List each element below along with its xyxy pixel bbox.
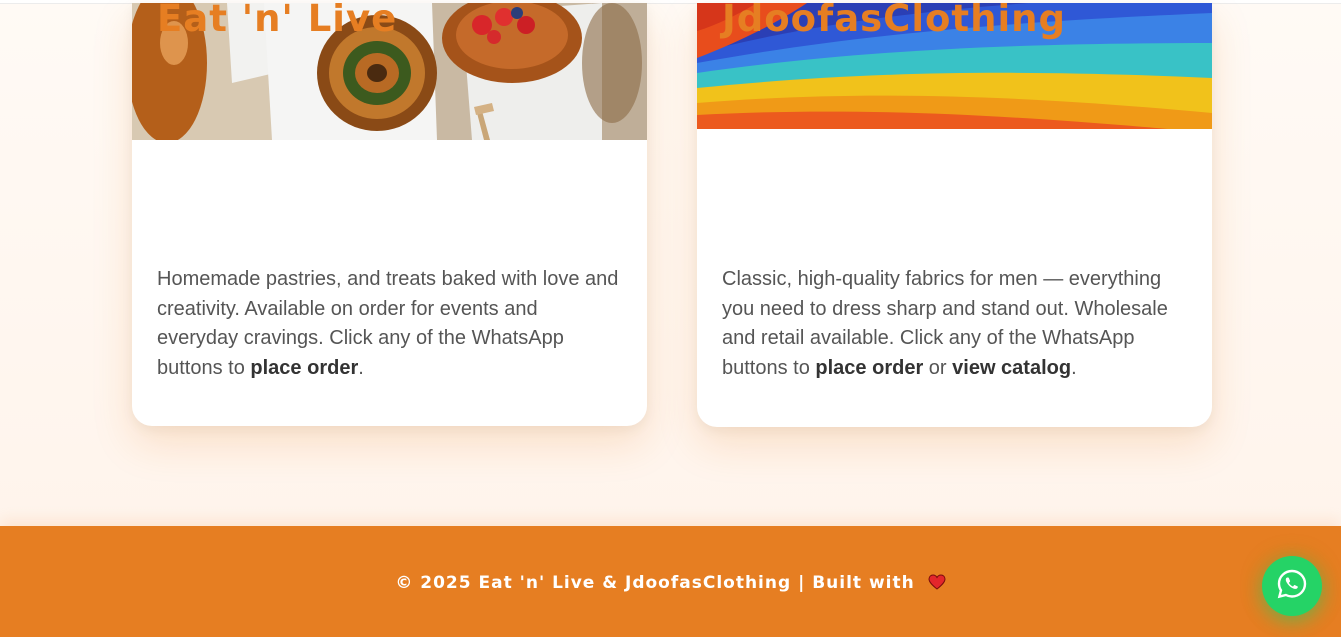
card-title: Eat 'n' Live bbox=[157, 3, 398, 40]
desc-highlight-place-order: place order bbox=[815, 356, 924, 379]
desc-text-end: . bbox=[1071, 356, 1077, 379]
site-footer: © 2025 Eat 'n' Live & JdoofasClothing | … bbox=[0, 526, 1341, 637]
heart-icon bbox=[928, 574, 946, 595]
whatsapp-icon bbox=[1276, 568, 1308, 605]
whatsapp-button[interactable] bbox=[1262, 556, 1322, 616]
footer-copyright: © 2025 Eat 'n' Live & JdoofasClothing | … bbox=[0, 573, 1341, 595]
desc-text-end: . bbox=[358, 356, 364, 379]
card-body: JdoofasClothing Classic, high-quality fa… bbox=[722, 3, 1187, 379]
business-card-eat-n-live: Eat 'n' Live Homemade pastries, and trea… bbox=[132, 3, 647, 426]
desc-text: Homemade pastries, and treats baked with… bbox=[157, 268, 619, 379]
card-title: JdoofasClothing bbox=[722, 3, 1066, 40]
card-body: Eat 'n' Live Homemade pastries, and trea… bbox=[157, 3, 622, 379]
desc-highlight-view-catalog: view catalog bbox=[952, 356, 1072, 379]
business-card-jdoofas-clothing: JdoofasClothing Classic, high-quality fa… bbox=[697, 3, 1212, 427]
desc-text-or: or bbox=[923, 356, 953, 379]
footer-text: © 2025 Eat 'n' Live & JdoofasClothing | … bbox=[395, 573, 915, 593]
card-description: Homemade pastries, and treats baked with… bbox=[157, 265, 622, 383]
card-description: Classic, high-quality fabrics for men — … bbox=[722, 265, 1187, 383]
desc-highlight-place-order: place order bbox=[250, 356, 359, 379]
